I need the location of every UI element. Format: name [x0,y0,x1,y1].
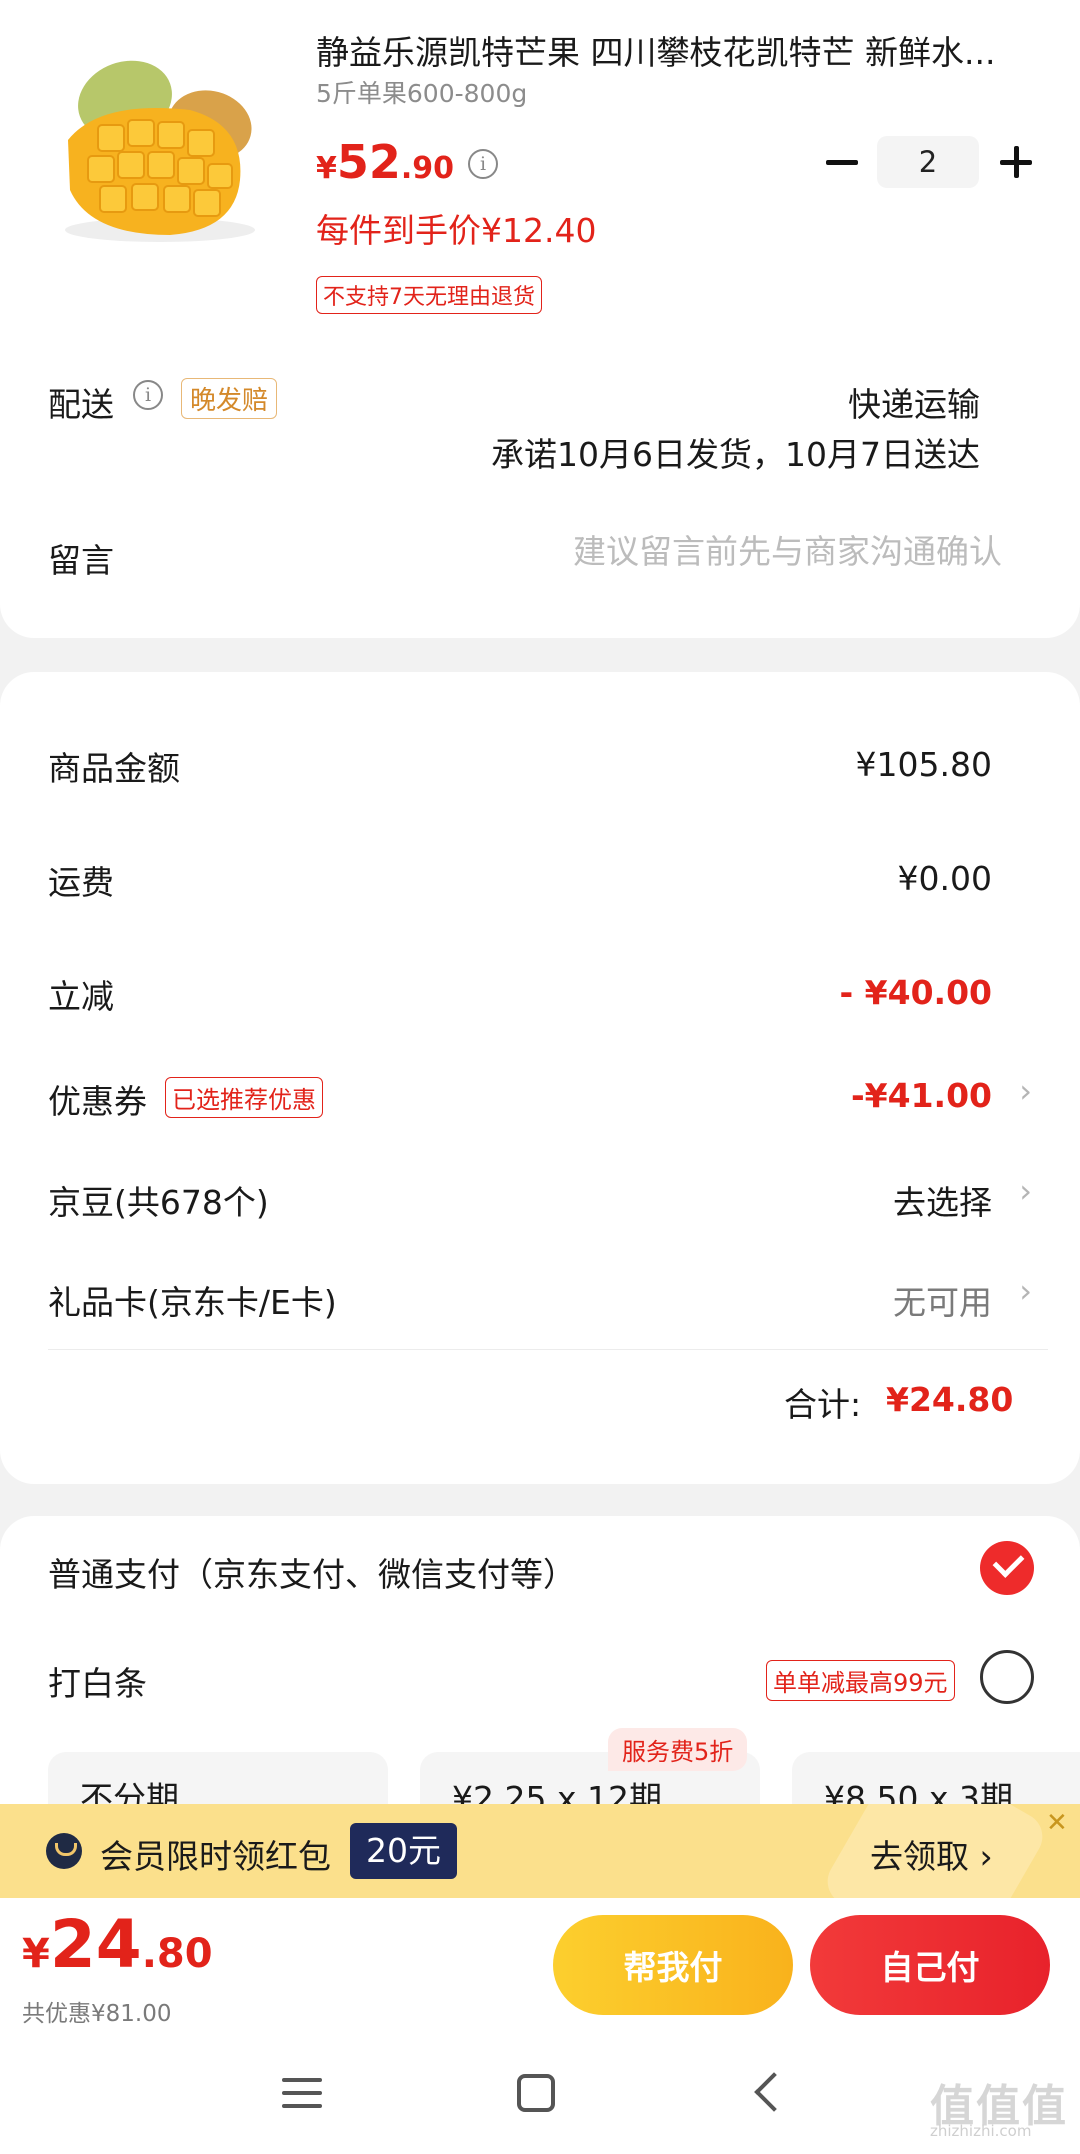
baitiao-promo-tag: 单单减最高99元 [766,1660,955,1701]
member-icon [46,1833,82,1869]
amount-divider [48,1349,1048,1350]
price-integer: 52 [336,135,401,189]
message-label: 留言 [48,541,114,580]
nav-menu-icon[interactable] [282,2076,322,2110]
final-price: ¥24.80 [22,1906,213,1983]
banner-text: 会员限时领红包 [100,1837,331,1876]
delivery-promise[interactable]: 承诺10月6日发货，10月7日送达 [491,428,980,476]
quantity-input[interactable]: 2 [877,136,979,188]
banner-claim-button[interactable]: 去领取 › [870,1830,993,1878]
watermark-site: zhizhizhi.com [930,2122,1032,2140]
normal-pay-label[interactable]: 普通支付（京东支付、微信支付等） [48,1548,576,1596]
no-return-tag: 不支持7天无理由退货 [316,276,542,314]
product-thumbnail[interactable] [40,30,280,270]
total-label: 合计: [784,1385,862,1424]
price-info-icon[interactable]: i [468,149,499,179]
product-spec: 5斤单果600-800g [316,79,528,108]
jingdou-label: 京豆(共678个) [48,1183,269,1222]
jingdou-select[interactable]: 去选择 [893,1176,992,1224]
quantity-decrease-button[interactable] [822,142,862,182]
total-saved: 共优惠¥81.00 [22,2001,172,2027]
coupon-chevron-icon[interactable]: › [1019,1072,1032,1110]
product-price: ¥52.90 i [316,135,499,189]
giftcard-value[interactable]: 无可用 [893,1276,992,1324]
final-price-decimal: .80 [141,1931,213,1977]
shipping-label: 运费 [48,863,114,902]
delivery-info-icon[interactable]: i [133,380,163,410]
price-symbol: ¥ [316,151,337,186]
banner-close-icon[interactable]: ✕ [1046,1808,1068,1838]
late-compensation-tag: 晚发赔 [181,378,278,419]
service-fee-tag: 服务费5折 [608,1728,748,1771]
help-pay-button[interactable]: 帮我付 [553,1915,793,2015]
normal-pay-check-icon[interactable] [980,1541,1034,1595]
instant-discount-value: - ¥40.00 [839,973,992,1012]
coupon-value[interactable]: -¥41.00 [851,1076,992,1115]
banner-amount-badge: 20元 [350,1823,457,1879]
delivery-type[interactable]: 快递运输 [848,378,980,426]
jingdou-chevron-icon[interactable]: › [1019,1172,1032,1210]
baitiao-label[interactable]: 打白条 [48,1657,147,1705]
giftcard-chevron-icon[interactable]: › [1019,1272,1032,1310]
product-name[interactable]: 静益乐源凯特芒果 四川攀枝花凯特芒 新鲜水... [316,26,1036,74]
baitiao-radio[interactable] [980,1650,1034,1704]
final-price-integer: 24 [49,1906,142,1983]
coupon-recommended-tag: 已选推荐优惠 [165,1077,323,1118]
coupon-label: 优惠券 [48,1082,147,1121]
price-decimal: .90 [400,151,455,186]
instant-discount-label: 立减 [48,977,114,1016]
goods-amount-label: 商品金额 [48,749,180,788]
shipping-value: ¥0.00 [897,859,992,898]
hand-price: 每件到手价¥12.40 [316,211,597,250]
nav-home-icon[interactable] [517,2074,555,2112]
message-input[interactable] [480,532,1002,571]
quantity-increase-button[interactable] [996,142,1036,182]
giftcard-label: 礼品卡(京东卡/E卡) [48,1283,337,1322]
self-pay-button[interactable]: 自己付 [810,1915,1050,2015]
final-price-symbol: ¥ [22,1931,50,1977]
total-value: ¥24.80 [886,1380,1014,1419]
goods-amount-value: ¥105.80 [855,745,992,784]
delivery-label: 配送 [48,385,114,424]
